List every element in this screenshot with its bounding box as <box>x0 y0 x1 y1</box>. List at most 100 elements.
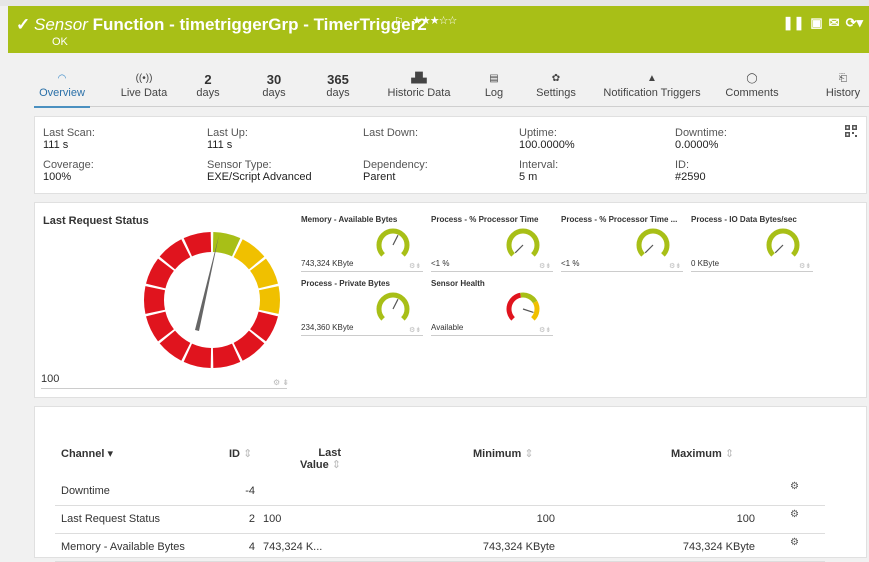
dial-needle <box>392 298 399 310</box>
dial-needle <box>774 244 784 254</box>
col-maximum[interactable]: Maximum ⇕ <box>671 447 734 460</box>
table-row[interactable]: Downtime -4 ⚙ <box>55 479 825 506</box>
mini-gauge-dial <box>376 292 410 321</box>
downtime: Downtime: 0.0000% <box>675 127 727 151</box>
tab-10[interactable]: ⎗ History <box>820 72 866 106</box>
row-channel[interactable]: Last Request Status <box>61 513 160 525</box>
col-minimum[interactable]: Minimum ⇕ <box>473 447 534 460</box>
mini-gauge-settings-icon[interactable]: ⚙⇟ <box>799 262 811 270</box>
channel-settings-icon[interactable]: ⚙ <box>790 481 799 492</box>
mini-gauge-value: <1 % <box>431 259 450 268</box>
pause-icon[interactable]: ❚❚ <box>783 15 805 31</box>
bell-icon: ▲ <box>647 73 657 84</box>
tab-value: 2 <box>204 72 212 87</box>
uptime: Uptime: 100.0000% <box>519 127 575 151</box>
comment-icon: ◯ <box>746 73 758 84</box>
mini-gauge-settings-icon[interactable]: ⚙⇟ <box>409 326 421 334</box>
col-last-value[interactable]: Last Value ⇕ <box>291 447 341 471</box>
mini-gauge: Process - Private Bytes 234,360 KByte ⚙⇟ <box>301 279 423 343</box>
log-icon: ▤ <box>489 73 499 84</box>
priority-stars[interactable]: ★★★☆☆ <box>412 14 457 27</box>
row-minimum: 100 <box>536 513 555 525</box>
dial-arc <box>376 292 410 321</box>
page-title: Sensor Function - timetriggerGrp - Timer… <box>34 15 427 35</box>
settings-icon: ✿ <box>551 73 561 84</box>
mini-gauge-title: Process - % Processor Time ... <box>561 215 678 224</box>
tab-3[interactable]: 30 days <box>252 72 296 106</box>
mail-icon[interactable]: ✉ <box>829 15 840 31</box>
row-last-value: 100 <box>263 513 282 525</box>
report-icon[interactable]: ▣ <box>810 15 822 31</box>
flag-icon[interactable]: ⚐ <box>394 15 404 28</box>
mini-gauge-underline <box>301 271 423 272</box>
mini-gauge-dial <box>766 228 800 257</box>
channel-settings-icon[interactable]: ⚙ <box>790 509 799 520</box>
tab-label: days <box>262 87 286 99</box>
sensor-title: Function - timetriggerGrp - TimerTrigger… <box>92 15 427 34</box>
gauge-segment <box>258 286 280 314</box>
status-check-icon: ✓ <box>16 15 31 34</box>
coverage: Coverage: 100% <box>43 159 94 183</box>
mini-gauge-title: Process - Private Bytes <box>301 279 390 288</box>
tab-1[interactable]: ((•)) Live Data <box>114 72 174 106</box>
table-row[interactable]: Last Request Status 2 100 100 100 ⚙ <box>55 507 825 534</box>
mini-gauge: Process - % Processor Time <1 % ⚙⇟ <box>431 215 553 279</box>
row-last-value: 743,324 K... <box>263 541 323 553</box>
tab-label: Historic Data <box>387 87 451 99</box>
mini-gauge-underline <box>431 271 553 272</box>
tab-6[interactable]: ▤ Log <box>474 72 514 106</box>
mini-gauge-settings-icon[interactable]: ⚙⇟ <box>409 262 421 270</box>
row-maximum: 100 <box>736 513 755 525</box>
dial-arc <box>376 228 410 257</box>
sensor-header: ✓ Sensor Function - timetriggerGrp - Tim… <box>8 6 869 53</box>
tab-bar: ◠ Overview ((•)) Live Data 2 days 30 days 365 day… <box>34 72 869 108</box>
mini-gauge-settings-icon[interactable]: ⚙⇟ <box>539 262 551 270</box>
tab-0[interactable]: ◠ Overview <box>34 72 90 108</box>
tab-7[interactable]: ✿ Settings <box>528 72 584 106</box>
last-down: Last Down: <box>363 127 419 139</box>
tab-label: Live Data <box>120 87 168 99</box>
mini-gauge: Process - IO Data Bytes/sec 0 KByte ⚙⇟ <box>691 215 813 279</box>
gauges-panel: Last Request Status 100 ⚙ ⇟ Memory - Ava… <box>34 202 867 398</box>
tab-5[interactable]: ▟▙ Historic Data <box>374 72 464 106</box>
dial-needle <box>514 244 524 254</box>
row-minimum: 743,324 KByte <box>482 541 555 553</box>
historic-data-icon: ▟▙ <box>411 73 427 84</box>
dial-arc <box>506 292 522 321</box>
row-id: 2 <box>248 513 255 525</box>
dial-needle <box>392 234 399 246</box>
col-id[interactable]: ID ⇕ <box>229 447 252 460</box>
mini-gauge-title: Process - % Processor Time <box>431 215 539 224</box>
qr-code-icon[interactable] <box>845 125 857 137</box>
row-channel[interactable]: Downtime <box>61 485 110 497</box>
mini-gauge-value: Available <box>431 323 464 332</box>
row-id: -4 <box>245 485 255 497</box>
row-maximum: 743,324 KByte <box>682 541 755 553</box>
last-up: Last Up: 111 s <box>207 127 248 151</box>
tab-2[interactable]: 2 days <box>186 72 230 106</box>
gauge-segment <box>144 286 166 314</box>
mini-gauge-title: Memory - Available Bytes <box>301 215 398 224</box>
main-gauge-settings-icon[interactable]: ⚙ ⇟ <box>273 378 289 387</box>
tab-8[interactable]: ▲ Notification Triggers <box>596 72 708 106</box>
mini-gauge-title: Process - IO Data Bytes/sec <box>691 215 797 224</box>
refresh-icon[interactable]: ⟳▾ <box>846 15 863 31</box>
row-channel[interactable]: Memory - Available Bytes <box>61 541 185 553</box>
mini-gauge-settings-icon[interactable]: ⚙⇟ <box>539 326 551 334</box>
sensor-info-panel: Last Scan: 111 s Last Up: 111 s Last Down:… <box>34 116 867 194</box>
dial-arc <box>530 300 540 321</box>
mini-gauge-dial <box>636 228 670 257</box>
dial-needle <box>644 244 654 254</box>
mini-gauge-underline <box>301 335 423 336</box>
mini-gauge-dial <box>376 228 410 257</box>
channel-settings-icon[interactable]: ⚙ <box>790 537 799 548</box>
sensor-id: ID: #2590 <box>675 159 706 183</box>
main-gauge-title: Last Request Status <box>43 215 149 227</box>
tab-value: 30 <box>266 72 282 87</box>
table-row[interactable]: Memory - Available Bytes 4 743,324 K... … <box>55 535 825 562</box>
mini-gauge-settings-icon[interactable]: ⚙⇟ <box>669 262 681 270</box>
mini-gauge-dial <box>506 292 540 321</box>
tab-4[interactable]: 365 days <box>316 72 360 106</box>
col-channel[interactable]: Channel ▾ <box>61 447 113 460</box>
tab-9[interactable]: ◯ Comments <box>724 72 780 106</box>
